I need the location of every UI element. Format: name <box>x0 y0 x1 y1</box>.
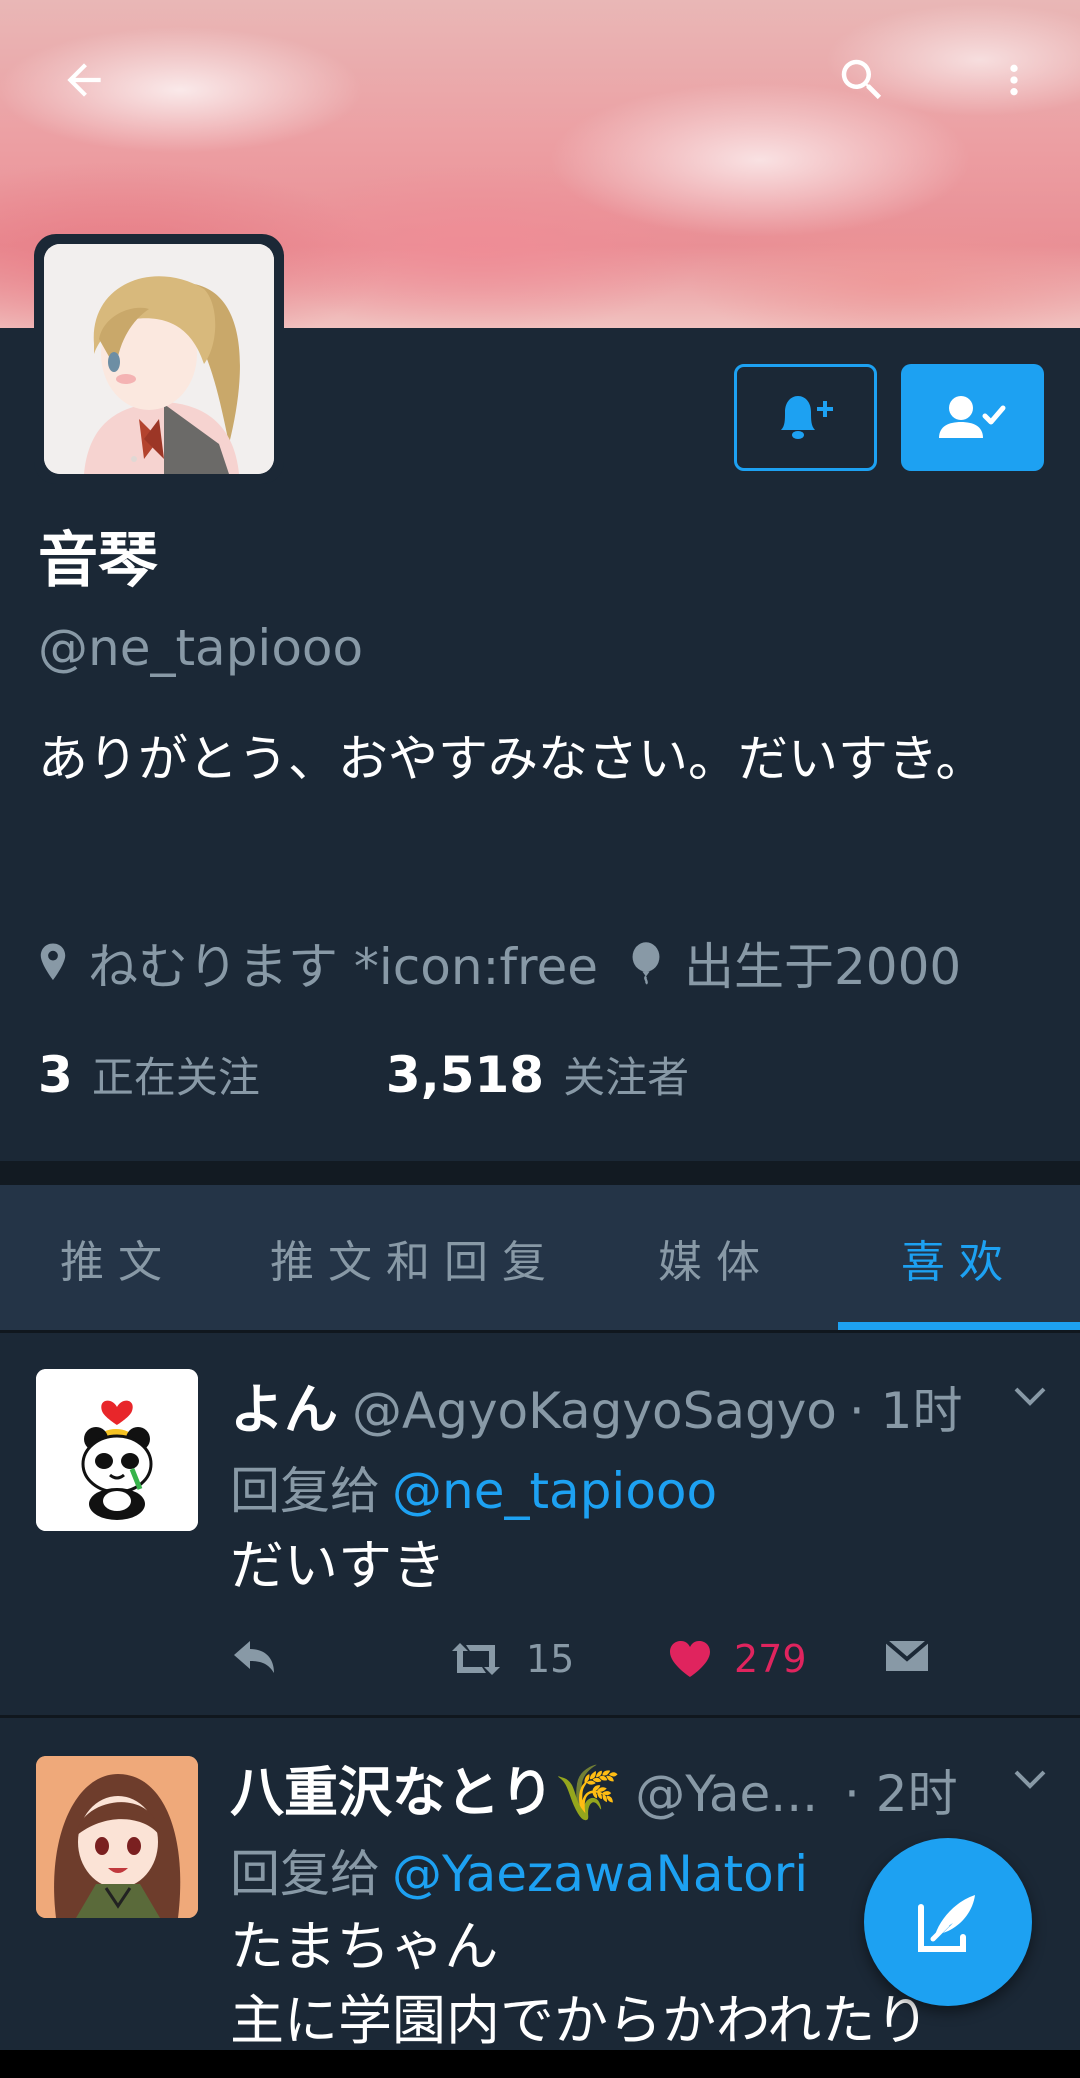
tweet-time: · 2时 <box>844 1765 958 1823</box>
reply-prefix: 回复给 <box>230 1462 380 1520</box>
tweet-author-handle[interactable]: @Yae... <box>635 1765 818 1823</box>
followers-count: 3,518 <box>385 1046 545 1104</box>
profile-avatar-frame[interactable] <box>34 234 284 484</box>
tab-media[interactable]: 媒体 <box>594 1185 838 1330</box>
following-count: 3 <box>38 1046 73 1104</box>
reply-mention-link[interactable]: @ne_tapiooo <box>392 1462 717 1520</box>
tweet-author-handle[interactable]: @AgyoKagyoSagyo <box>352 1382 837 1440</box>
tab-tweets[interactable]: 推文 <box>0 1185 236 1330</box>
location-text: ねむります *icon:free <box>88 938 598 996</box>
chevron-down-icon <box>1014 1770 1046 1789</box>
retweet-button[interactable]: 15 <box>448 1637 574 1681</box>
balloon-icon <box>628 941 664 985</box>
profile-page: 音琴 @ne_tapiooo ありがとう、おやすみなさい。だいすき。 ねむります… <box>0 0 1080 2078</box>
system-nav-bar <box>0 2050 1080 2078</box>
profile-avatar <box>44 244 274 474</box>
retweet-count: 15 <box>526 1637 575 1681</box>
reply-prefix: 回复给 <box>230 1845 380 1903</box>
profile-name: 音琴 <box>38 526 158 596</box>
profile-meta: ねむります *icon:free 出生于2000 <box>38 928 961 998</box>
birth-text: 出生于2000 <box>684 938 962 996</box>
search-icon <box>841 59 882 100</box>
reply-context: 回复给 @YaezawaNatori <box>230 1834 808 1906</box>
profile-tabs: 推文 推文和回复 媒体 喜欢 <box>0 1185 1080 1330</box>
reply-button[interactable] <box>230 1637 278 1677</box>
section-divider <box>0 1161 1080 1185</box>
bell-plus-icon <box>780 395 833 439</box>
tweet-header: 八重沢なとり🌾 @Yae... · 2时 <box>230 1748 1050 1827</box>
tab-likes[interactable]: 喜欢 <box>838 1185 1080 1330</box>
tweet-actions: 15 279 <box>230 1637 1010 1687</box>
profile-bio: ありがとう、おやすみなさい。だいすき。 <box>38 730 986 788</box>
arrow-left-icon <box>67 63 101 97</box>
tab-tweets-replies[interactable]: 推文和回复 <box>236 1185 594 1330</box>
compose-icon <box>918 1895 975 1952</box>
more-vertical-icon <box>1010 64 1018 96</box>
retweet-icon <box>452 1643 500 1675</box>
followers-label: 关注者 <box>563 1053 690 1102</box>
back-button[interactable] <box>44 40 124 120</box>
chevron-down-icon <box>1014 1387 1046 1406</box>
profile-handle: @ne_tapiooo <box>38 619 364 677</box>
followers-stat[interactable]: 3,518 关注者 <box>386 1044 689 1105</box>
like-count: 279 <box>734 1637 807 1681</box>
search-button[interactable] <box>822 40 902 120</box>
location-pin-icon <box>38 941 68 985</box>
following-label: 正在关注 <box>91 1053 260 1102</box>
more-options-button[interactable] <box>974 40 1054 120</box>
compose-tweet-button[interactable] <box>864 1838 1032 2006</box>
reply-icon <box>234 1641 274 1673</box>
tweet-author-name[interactable]: 八重沢なとり🌾 <box>230 1748 621 1827</box>
tweet-text: たまちゃん <box>230 1915 499 1978</box>
tweet-author-name[interactable]: よん <box>230 1365 338 1444</box>
heart-icon <box>670 1641 710 1677</box>
tweet-avatar[interactable] <box>36 1756 198 1918</box>
tweet-menu-button[interactable] <box>1010 1764 1050 1798</box>
profile-stats: 3 正在关注 3,518 关注者 <box>38 1044 689 1105</box>
like-button[interactable]: 279 <box>668 1637 807 1681</box>
following-stat[interactable]: 3 正在关注 <box>38 1044 260 1105</box>
following-button[interactable] <box>901 364 1044 471</box>
tweet-item[interactable]: よん @AgyoKagyoSagyo · 1时 回复给 @ne_tapiooo だ… <box>0 1333 1080 1715</box>
tweet-time: · 1时 <box>848 1382 963 1440</box>
tweet-avatar[interactable] <box>36 1369 198 1531</box>
direct-message-button[interactable] <box>884 1637 930 1675</box>
reply-mention-link[interactable]: @YaezawaNatori <box>392 1845 808 1903</box>
location-item: ねむります *icon:free <box>38 927 598 999</box>
notifications-button[interactable] <box>734 364 877 471</box>
birth-item: 出生于2000 <box>628 927 961 999</box>
tweet-header: よん @AgyoKagyoSagyo · 1时 <box>230 1365 963 1444</box>
tweet-text: だいすき <box>230 1534 446 1597</box>
tweet-menu-button[interactable] <box>1010 1381 1050 1415</box>
envelope-icon <box>884 1639 930 1671</box>
reply-context: 回复给 @ne_tapiooo <box>230 1451 717 1523</box>
user-check-icon <box>938 395 1005 438</box>
tweet-text-line2: 主に学園内でからかわれたり <box>230 1989 930 2052</box>
